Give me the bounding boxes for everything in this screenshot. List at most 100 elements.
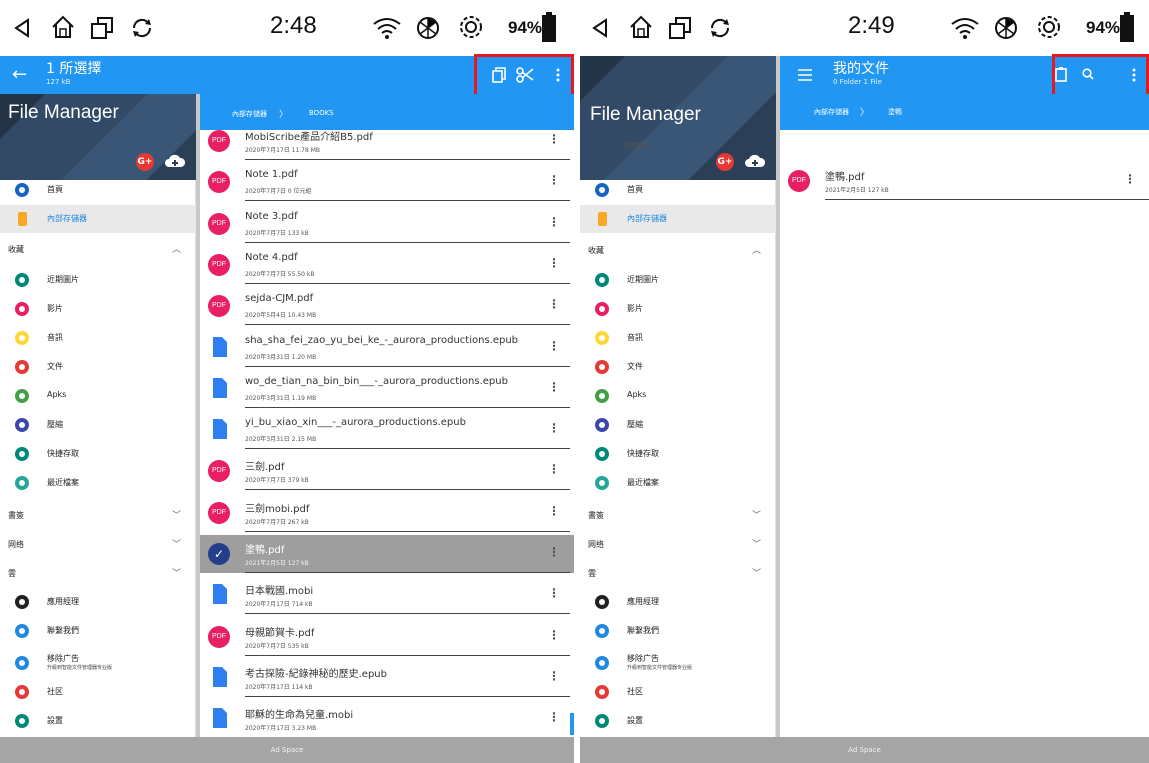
breadcrumb-current[interactable]: 塗鴨 xyxy=(888,107,902,117)
settings-gear-icon[interactable] xyxy=(458,14,484,40)
nav-community[interactable]: 社区 xyxy=(580,678,776,706)
pdf-file-icon[interactable]: PDF xyxy=(208,460,230,483)
file-row[interactable]: wo_de_tian_na_bin_bin___-_aurora_product… xyxy=(200,370,574,408)
more-vert-icon[interactable]: ⋮ xyxy=(548,710,560,724)
chevron-down-icon[interactable]: ﹀ xyxy=(172,537,181,550)
chevron-down-icon[interactable]: ﹀ xyxy=(752,508,761,521)
section-collections[interactable]: 收藏 xyxy=(8,244,24,255)
pdf-file-icon[interactable]: PDF xyxy=(208,130,230,152)
document-file-icon[interactable] xyxy=(213,708,227,729)
section-cloud[interactable]: 雲 xyxy=(588,568,596,579)
chevron-up-icon[interactable]: ︿ xyxy=(752,243,761,256)
nav-recent-files[interactable]: 最近檔案 xyxy=(580,469,776,497)
nav-compressed[interactable]: 壓縮 xyxy=(0,411,196,439)
settings-gear-icon[interactable] xyxy=(1036,14,1062,40)
cloud-add-icon[interactable] xyxy=(744,150,766,172)
more-vert-icon[interactable]: ⋮ xyxy=(548,215,560,229)
nav-community[interactable]: 社区 xyxy=(0,678,196,706)
pdf-file-icon[interactable]: PDF xyxy=(208,253,230,276)
nav-quick-access[interactable]: 快捷存取 xyxy=(0,440,196,468)
document-file-icon[interactable] xyxy=(213,666,227,687)
breadcrumb-root[interactable]: 內部存儲器 xyxy=(232,109,267,119)
more-vert-icon[interactable]: ⋮ xyxy=(548,297,560,311)
nav-app-manager[interactable]: 應用經理 xyxy=(580,588,776,616)
more-vert-icon[interactable]: ⋮ xyxy=(548,586,560,600)
more-vert-icon[interactable]: ⋮ xyxy=(548,173,560,187)
nav-apks[interactable]: Apks xyxy=(580,382,776,410)
nav-home[interactable]: 首頁 xyxy=(0,176,196,204)
nav-documents[interactable]: 文件 xyxy=(0,353,196,381)
document-file-icon[interactable] xyxy=(213,419,227,440)
file-row[interactable]: 日本戰國.mobi 2020年7月17日 714 kB ⋮ xyxy=(200,576,574,615)
document-file-icon[interactable] xyxy=(213,336,227,357)
refresh-icon[interactable] xyxy=(130,16,154,40)
breadcrumb-root[interactable]: 內部存儲器 xyxy=(814,107,849,117)
nav-audio[interactable]: 音訊 xyxy=(580,324,776,352)
nav-settings[interactable]: 設置 xyxy=(0,707,196,735)
document-file-icon[interactable] xyxy=(213,584,227,605)
nav-compressed[interactable]: 壓縮 xyxy=(580,411,776,439)
file-row[interactable]: PDF 三劍mobi.pdf 2020年7月7日 267 kB ⋮ xyxy=(200,494,574,532)
recents-nav-icon[interactable] xyxy=(90,16,116,40)
breadcrumb-current[interactable]: BOOKS xyxy=(309,109,334,117)
nav-videos[interactable]: 影片 xyxy=(0,295,196,323)
ad-banner[interactable]: Ad Space xyxy=(0,737,574,763)
list-scrollbar[interactable] xyxy=(570,713,574,735)
cloud-add-icon[interactable] xyxy=(164,150,186,172)
chevron-down-icon[interactable]: ﹀ xyxy=(172,566,181,579)
file-row[interactable]: yi_bu_xiao_xin___-_aurora_productions.ep… xyxy=(200,411,574,450)
section-bookmarks[interactable]: 書簽 xyxy=(588,510,604,521)
chevron-down-icon[interactable]: ﹀ xyxy=(172,508,181,521)
section-bookmarks[interactable]: 書簽 xyxy=(8,510,24,521)
file-row[interactable]: 考古探險-紀錄神秘的歷史.epub 2020年7月17日 114 kB ⋮ xyxy=(200,659,574,697)
file-row[interactable]: PDF MobiScribe產品介紹B5.pdf 2020年7月17日 11.78 … xyxy=(200,130,574,160)
more-vert-icon[interactable]: ⋮ xyxy=(548,256,560,270)
back-nav-icon[interactable] xyxy=(592,18,608,38)
nav-contact[interactable]: 聯繫我們 xyxy=(0,617,196,645)
chevron-down-icon[interactable]: ﹀ xyxy=(752,566,761,579)
more-vert-icon[interactable]: ⋮ xyxy=(548,669,560,683)
file-row[interactable]: PDF sejda-CJM.pdf 2020年5月4日 10.43 MB ⋮ xyxy=(200,287,574,326)
chevron-down-icon[interactable]: ﹀ xyxy=(752,537,761,550)
more-vert-icon[interactable]: ⋮ xyxy=(548,339,560,353)
pdf-file-icon[interactable]: PDF xyxy=(208,212,230,235)
nav-contact[interactable]: 聯繫我們 xyxy=(580,617,776,645)
section-cloud[interactable]: 雲 xyxy=(8,568,16,579)
menu-icon[interactable] xyxy=(798,69,812,81)
nav-audio[interactable]: 音訊 xyxy=(0,324,196,352)
file-row[interactable]: PDF 三劍.pdf 2020年7月7日 379 kB ⋮ xyxy=(200,452,574,491)
more-vert-icon[interactable]: ⋮ xyxy=(1124,172,1136,186)
nav-remove-ads[interactable]: 移除广告 升級到智能文件管理器专业版 xyxy=(580,649,776,677)
nav-app-manager[interactable]: 應用經理 xyxy=(0,588,196,616)
file-row[interactable]: 耶穌的生命為兒童.mobi 2020年7月17日 3.23 MB ⋮ xyxy=(200,700,574,737)
refresh-icon[interactable] xyxy=(708,16,732,40)
back-nav-icon[interactable] xyxy=(14,18,30,38)
nav-settings[interactable]: 設置 xyxy=(580,707,776,735)
nav-internal-storage[interactable]: 內部存儲器 xyxy=(580,205,776,233)
more-vert-icon[interactable]: ⋮ xyxy=(548,462,560,476)
more-vert-icon[interactable]: ⋮ xyxy=(548,545,560,559)
section-network[interactable]: 网络 xyxy=(588,539,604,550)
ad-banner[interactable]: Ad Space xyxy=(580,737,1149,763)
more-vert-icon[interactable]: ⋮ xyxy=(548,628,560,642)
file-row[interactable]: PDF Note 4.pdf 2020年7月7日 55.50 kB ⋮ xyxy=(200,246,574,284)
nav-videos[interactable]: 影片 xyxy=(580,295,776,323)
file-row[interactable]: PDF 塗鴨.pdf 2021年2月5日 127 kB ⋮ xyxy=(780,162,1149,200)
section-network[interactable]: 网络 xyxy=(8,539,24,550)
section-collections[interactable]: 收藏 xyxy=(588,245,604,256)
file-row[interactable]: PDF Note 1.pdf 2020年7月7日 0 位元組 ⋮ xyxy=(200,163,574,202)
more-vert-icon[interactable]: ⋮ xyxy=(548,421,560,435)
file-row[interactable]: PDF 母親節賀卡.pdf 2020年7月7日 535 kB ⋮ xyxy=(200,618,574,656)
pdf-file-icon[interactable]: PDF xyxy=(208,171,230,194)
check-icon[interactable]: ✓ xyxy=(208,543,230,565)
nav-recent-images[interactable]: 近期圖片 xyxy=(0,266,196,294)
file-row[interactable]: ✓ 塗鴨.pdf 2021年2月5日 127 kB ⋮ xyxy=(200,535,574,573)
nav-apks[interactable]: Apks xyxy=(0,382,196,410)
nav-quick-access[interactable]: 快捷存取 xyxy=(580,440,776,468)
more-vert-icon[interactable]: ⋮ xyxy=(548,504,560,518)
nav-documents[interactable]: 文件 xyxy=(580,353,776,381)
recents-nav-icon[interactable] xyxy=(668,16,694,40)
pdf-file-icon[interactable]: PDF xyxy=(208,625,230,648)
pdf-file-icon[interactable]: PDF xyxy=(788,170,810,192)
document-file-icon[interactable] xyxy=(213,377,227,398)
